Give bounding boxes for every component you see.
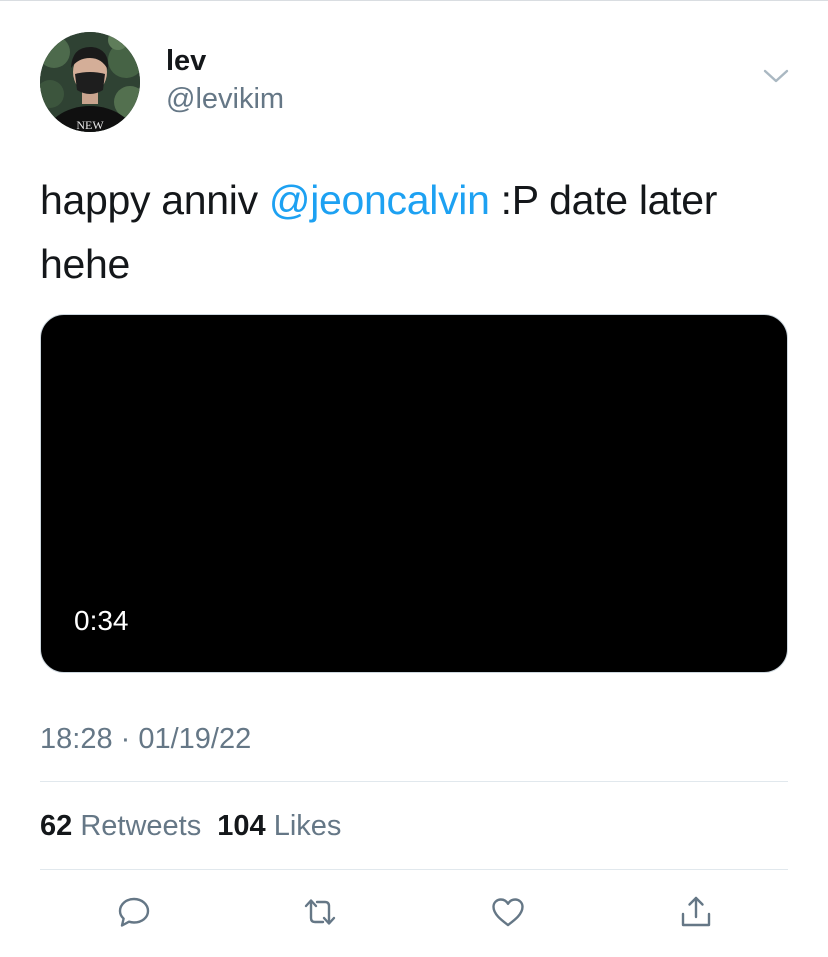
chevron-down-icon[interactable] [762,66,790,86]
tweet-timestamp[interactable]: 18:28 · 01/19/22 [40,722,251,756]
author-name[interactable]: lev [166,44,206,78]
reply-icon[interactable] [116,894,152,930]
tweet-text-before: happy anniv [40,177,269,223]
divider [40,781,788,782]
avatar[interactable]: NEW [40,32,140,132]
likes-stat[interactable]: 104 Likes [217,810,341,842]
likes-count: 104 [217,810,266,842]
mention-link[interactable]: @jeoncalvin [269,177,490,223]
video-player[interactable] [40,314,788,673]
retweets-label: Retweets [80,810,202,842]
retweet-icon[interactable] [302,894,338,930]
heart-icon[interactable] [490,894,526,930]
top-divider [0,0,828,1]
retweets-stat[interactable]: 62 Retweets [40,810,201,842]
avatar-image: NEW [40,32,140,132]
tweet-stats: 62 Retweets 104 Likes [40,808,341,844]
divider [40,869,788,870]
retweets-count: 62 [40,810,73,842]
author-handle[interactable]: @levikim [166,82,284,116]
share-icon[interactable] [678,894,714,930]
video-duration: 0:34 [74,605,129,636]
avatar-shirt-text: NEW [76,118,104,132]
likes-label: Likes [273,810,342,842]
tweet-text: happy anniv @jeoncalvin :P date later he… [40,168,790,296]
